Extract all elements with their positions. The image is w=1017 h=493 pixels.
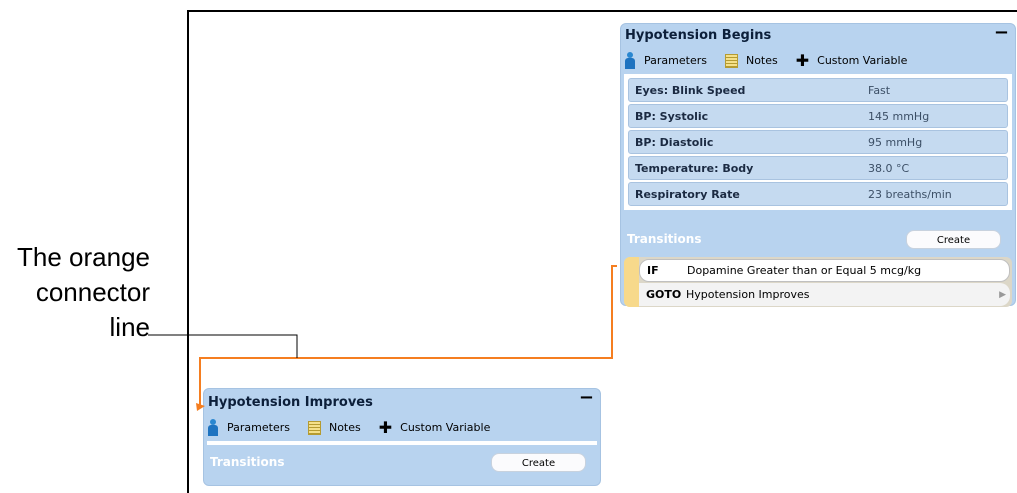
transition-if-row[interactable]: IF Dopamine Greater than or Equal 5 mcg/… [639, 259, 1010, 282]
parameter-row[interactable]: BP: Diastolic 95 mmHg [628, 130, 1008, 154]
expand-arrow-icon[interactable]: ▶ [999, 290, 1006, 300]
goto-keyword: GOTO [646, 288, 682, 301]
parameter-row[interactable]: Temperature: Body 38.0 °C [628, 156, 1008, 180]
parameter-value: 145 mmHg [868, 109, 930, 123]
parameter-name: Temperature: Body [635, 161, 754, 175]
parameters-button[interactable]: Parameters [207, 419, 290, 436]
parameter-list: Eyes: Blink Speed Fast BP: Systolic 145 … [624, 74, 1012, 210]
transition-condition: Dopamine Greater than or Equal 5 mcg/kg [687, 264, 922, 277]
transition-target: Hypotension Improves [686, 288, 810, 301]
collapse-button[interactable]: − [994, 22, 1009, 43]
parameters-label: Parameters [644, 54, 707, 67]
notes-icon [724, 53, 738, 68]
parameter-list-empty [207, 441, 597, 445]
transition-handle[interactable] [624, 257, 639, 307]
state-node-hypotension-begins[interactable]: Hypotension Begins − Parameters Notes ✚ … [620, 22, 1016, 307]
parameter-name: BP: Systolic [635, 109, 709, 123]
annotation-line-1: The orange [17, 242, 150, 272]
transitions-header: Transitions Create [204, 447, 600, 479]
parameter-name: BP: Diastolic [635, 135, 714, 149]
custom-variable-label: Custom Variable [817, 54, 908, 67]
if-keyword: IF [647, 264, 659, 277]
parameter-name: Eyes: Blink Speed [635, 83, 746, 97]
state-toolbar: Parameters Notes ✚ Custom Variable [624, 52, 925, 69]
custom-variable-button[interactable]: ✚ Custom Variable [378, 417, 491, 437]
transition-item[interactable]: IF Dopamine Greater than or Equal 5 mcg/… [624, 257, 1012, 307]
state-title: Hypotension Improves [208, 395, 373, 410]
collapse-button[interactable]: − [579, 387, 594, 408]
parameter-value: Fast [868, 83, 891, 97]
parameter-value: 95 mmHg [868, 135, 923, 149]
transitions-label: Transitions [210, 455, 285, 469]
notes-icon [307, 420, 321, 435]
state-title: Hypotension Begins [625, 28, 772, 43]
plus-icon: ✚ [378, 417, 393, 437]
transition-goto-row[interactable]: GOTO Hypotension Improves ▶ [639, 283, 1010, 306]
annotation-line-2: connector [35, 277, 150, 307]
parameter-value: 23 breaths/min [868, 187, 952, 201]
custom-variable-button[interactable]: ✚ Custom Variable [795, 50, 908, 70]
custom-variable-label: Custom Variable [400, 421, 491, 434]
parameters-button[interactable]: Parameters [624, 52, 707, 69]
transitions-header: Transitions Create [621, 224, 1015, 256]
state-toolbar: Parameters Notes ✚ Custom Variable [207, 419, 508, 436]
state-node-hypotension-improves[interactable]: Hypotension Improves − Parameters Notes … [203, 387, 601, 486]
person-icon [624, 52, 636, 69]
parameter-row[interactable]: Eyes: Blink Speed Fast [628, 78, 1008, 102]
annotation-line-3: line [109, 312, 150, 342]
create-transition-button[interactable]: Create [491, 453, 586, 472]
editor-canvas: Hypotension Begins − Parameters Notes ✚ … [187, 10, 1017, 493]
create-transition-button[interactable]: Create [906, 230, 1001, 249]
plus-icon: ✚ [795, 50, 810, 70]
notes-button[interactable]: Notes [724, 53, 778, 68]
parameters-label: Parameters [227, 421, 290, 434]
parameter-name: Respiratory Rate [635, 187, 740, 201]
notes-label: Notes [328, 421, 361, 434]
parameter-value: 38.0 °C [868, 161, 910, 175]
person-icon [207, 419, 219, 436]
transitions-label: Transitions [627, 232, 702, 246]
notes-label: Notes [745, 54, 778, 67]
parameter-row[interactable]: Respiratory Rate 23 breaths/min [628, 182, 1008, 206]
notes-button[interactable]: Notes [307, 420, 361, 435]
callout-annotation: The orange connector line [0, 240, 150, 345]
parameter-row[interactable]: BP: Systolic 145 mmHg [628, 104, 1008, 128]
